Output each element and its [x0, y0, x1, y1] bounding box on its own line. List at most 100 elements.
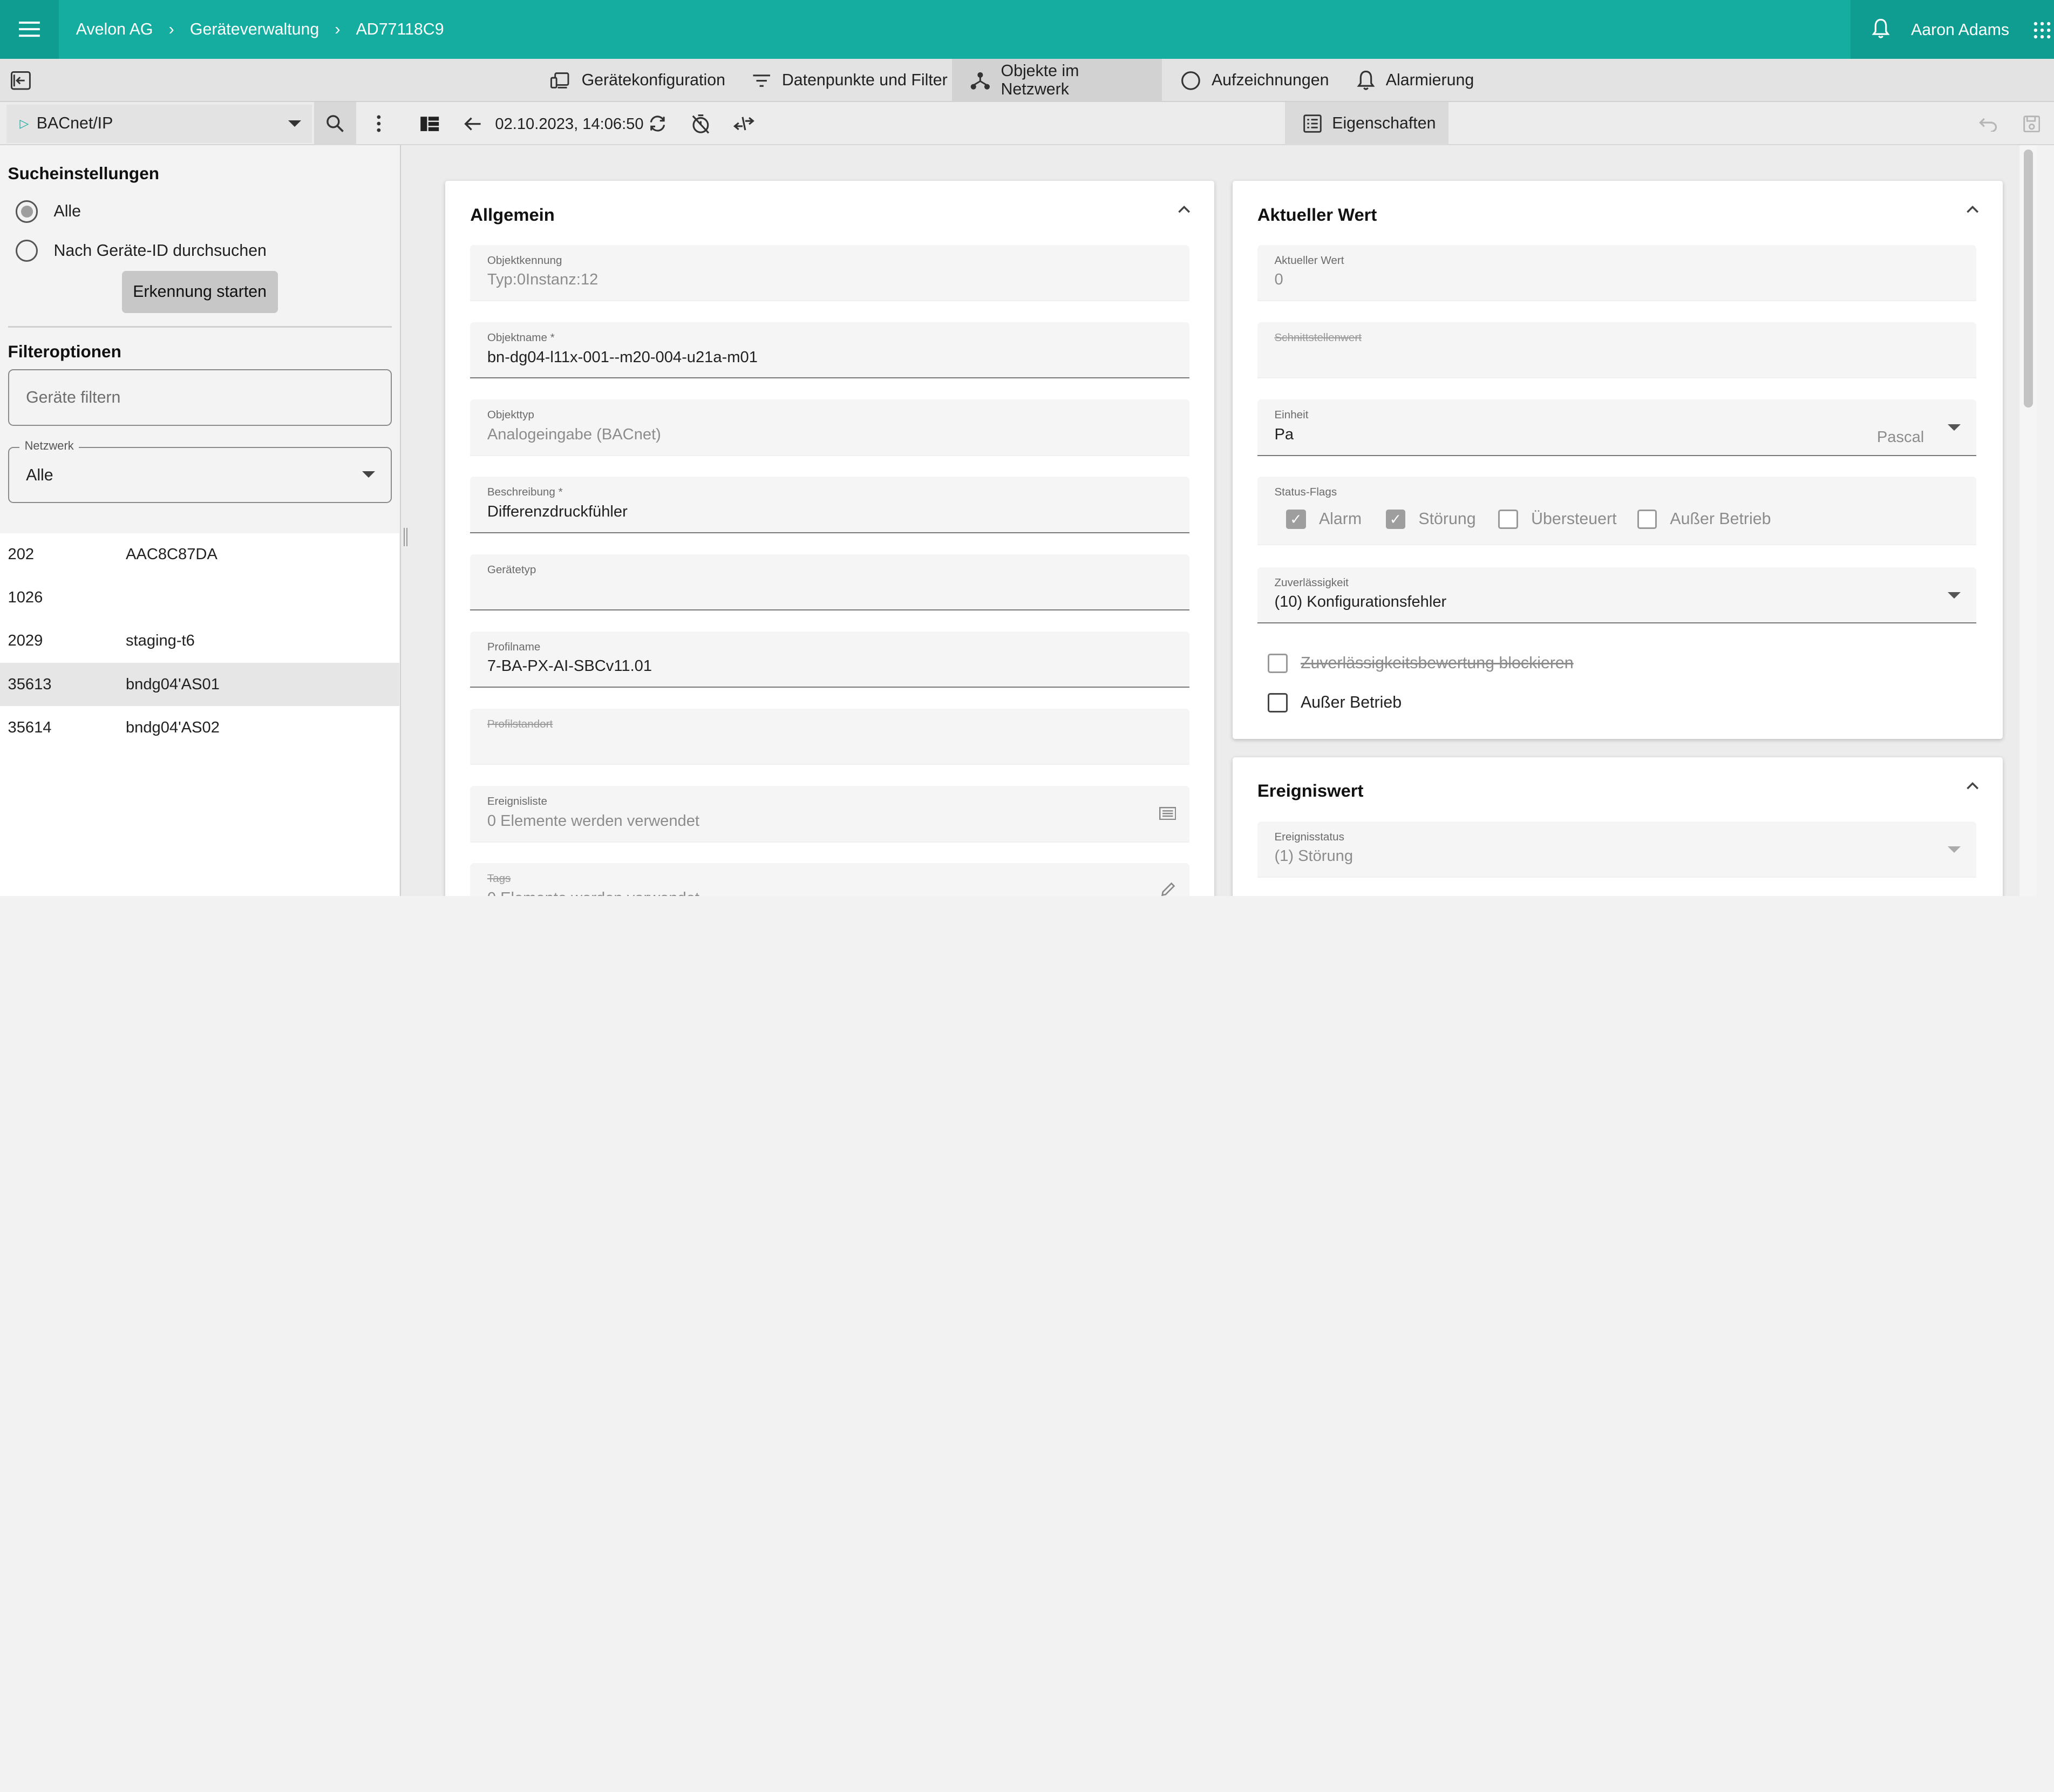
breadcrumb-item-company[interactable]: Avelon AG [76, 21, 153, 39]
tab-properties[interactable]: Eigenschaften [1284, 102, 1449, 146]
device-id: 2029 [8, 632, 43, 650]
bell-icon[interactable] [1872, 18, 1890, 39]
breadcrumb-item-device-management[interactable]: Geräteverwaltung [190, 21, 319, 39]
edit-pencil-icon[interactable] [1160, 881, 1176, 897]
timestamp: 02.10.2023, 14:06:50 [495, 115, 644, 133]
tab-device-config[interactable]: Gerätekonfiguration [532, 59, 744, 102]
device-row[interactable]: 35614 bndg04'AS02 [0, 706, 399, 749]
protocol-select[interactable]: ▷ BACnet/IP [6, 105, 312, 143]
hamburger-menu-button[interactable] [0, 0, 59, 59]
toolbar: ▷ BACnet/IP 02.10.2023, 14:06:50 Eigensc… [0, 102, 2054, 146]
tab-label: Alarmierung [1385, 71, 1474, 90]
checkbox-checked-icon: ✓ [1385, 510, 1406, 530]
flag-alarm-checkbox[interactable]: ✓ Alarm [1286, 510, 1362, 530]
event-state-field: Ereignisstatus (1) Störung [1257, 821, 1977, 878]
device-row[interactable]: 1026 [0, 576, 399, 620]
checkbox-label: Übersteuert [1531, 510, 1617, 528]
tab-network-objects[interactable]: Objekte im Netzwerk [952, 59, 1162, 103]
chevron-up-icon[interactable] [1966, 782, 1979, 790]
field-label: Zuverlässigkeit [1274, 576, 1349, 589]
out-of-service-checkbox[interactable]: Außer Betrieb [1268, 693, 1402, 713]
list-panel-icon [420, 116, 439, 131]
radio-label: Nach Geräte-ID durchsuchen [53, 241, 267, 260]
field-label: Tags [487, 872, 511, 885]
network-select[interactable]: Netzwerk Alle [8, 438, 392, 503]
timer-off-button[interactable] [682, 102, 719, 145]
checkbox-label: Alarm [1318, 510, 1362, 528]
object-name-field[interactable]: Objektname * bn-dg04-l11x-001--m20-004-u… [470, 322, 1189, 379]
search-button[interactable] [314, 102, 357, 146]
chevron-up-icon[interactable] [1966, 206, 1979, 214]
reliability-select[interactable]: Zuverlässigkeit (10) Konfigurationsfehle… [1257, 567, 1977, 624]
field-value: Analogeingabe (BACnet) [487, 425, 661, 443]
start-discovery-button[interactable]: Erkennung starten [121, 271, 278, 314]
tab-alarming[interactable]: Alarmierung [1338, 59, 1492, 102]
collapse-panel-icon[interactable] [10, 71, 31, 90]
device-row-selected[interactable]: 35613 bndg04'AS01 [0, 663, 400, 707]
back-button[interactable] [454, 102, 491, 145]
device-name: AAC8C87DA [125, 546, 217, 564]
device-row[interactable]: 202 AAC8C87DA [0, 533, 399, 576]
checkbox-label: Störung [1418, 510, 1476, 528]
device-row[interactable]: 2029 staging-t6 [0, 620, 399, 663]
toggle-list-button[interactable] [411, 102, 448, 145]
field-value: 7-BA-PX-AI-SBCv11.01 [487, 657, 652, 675]
apps-grid-icon[interactable] [2033, 21, 2051, 39]
device-name: bndg04'AS02 [125, 718, 220, 736]
checkbox-empty-icon [1268, 693, 1288, 713]
flag-fault-checkbox[interactable]: ✓ Störung [1385, 510, 1476, 530]
refresh-icon [650, 116, 665, 132]
chevron-down-icon [1948, 592, 1961, 599]
event-value-card: Ereigniswert Ereignisstatus (1) Störung [1232, 757, 2003, 897]
tab-datapoints-filter[interactable]: Datenpunkte und Filter [733, 59, 966, 102]
breadcrumb: Avelon AG › Geräteverwaltung › AD77118C9 [76, 0, 444, 59]
field-value: 0 Elemente werden verwendet [487, 890, 699, 896]
top-bar: Avelon AG › Geräteverwaltung › AD77118C9… [0, 0, 2054, 59]
object-type-field: Objekttyp Analogeingabe (BACnet) [470, 399, 1189, 456]
device-list: 202 AAC8C87DA 1026 2029 staging-t6 35613… [0, 533, 400, 897]
field-value: (10) Konfigurationsfehler [1274, 593, 1447, 611]
vertical-scrollbar[interactable] [2019, 145, 2037, 897]
description-field[interactable]: Beschreibung * Differenzdruckfühler [470, 477, 1189, 533]
device-type-field[interactable]: Gerätetyp [470, 554, 1189, 610]
field-label: Objekttyp [487, 409, 534, 422]
undo-icon [1979, 118, 1997, 132]
radio-selected-icon [16, 200, 38, 223]
checkbox-checked-icon: ✓ [1286, 510, 1306, 530]
app-root: Avelon AG › Geräteverwaltung › AD77118C9… [0, 0, 2054, 897]
unit-select[interactable]: Einheit Pa Pascal [1257, 399, 1977, 456]
object-id-field: Objektkennung Typ:0Instanz:12 [470, 245, 1189, 302]
field-label: Objektname * [487, 331, 555, 344]
panel-resize-handle[interactable] [400, 145, 410, 897]
flag-out-of-service-checkbox[interactable]: Außer Betrieb [1637, 510, 1771, 530]
chevron-up-icon[interactable] [1178, 206, 1191, 214]
tab-recordings[interactable]: Aufzeichnungen [1162, 59, 1348, 102]
arrow-left-icon [464, 117, 481, 131]
status-flags-group: Status-Flags ✓ Alarm ✓ Störung Übersteue… [1257, 477, 1977, 545]
radio-all[interactable]: Alle [16, 200, 81, 223]
device-id: 202 [8, 546, 35, 564]
save-button[interactable] [2013, 102, 2050, 145]
device-filter-input[interactable]: Geräte filtern [8, 369, 392, 426]
undo-button[interactable] [1970, 102, 2007, 145]
scrollbar-thumb[interactable] [2023, 149, 2033, 408]
card-title: Ereigniswert [1257, 780, 1364, 801]
filter-icon [753, 74, 771, 87]
flag-overridden-checkbox[interactable]: Übersteuert [1498, 510, 1617, 530]
field-label: Objektkennung [487, 254, 562, 267]
refresh-button[interactable] [639, 102, 676, 145]
more-options-button[interactable] [360, 102, 397, 145]
tab-label: Gerätekonfiguration [581, 71, 725, 90]
filter-options-title: Filteroptionen [8, 342, 121, 362]
tab-label: Eigenschaften [1332, 114, 1436, 133]
profile-name-field[interactable]: Profilname 7-BA-PX-AI-SBCv11.01 [470, 631, 1189, 688]
radio-device-id[interactable]: Nach Geräte-ID durchsuchen [16, 240, 267, 262]
main-content: Allgemein Objektkennung Typ:0Instanz:12 … [410, 145, 2037, 897]
filter-placeholder: Geräte filtern [26, 389, 121, 407]
block-reliability-checkbox[interactable]: Zuverlässigkeitsbewertung blockieren [1268, 654, 1574, 674]
user-name[interactable]: Aaron Adams [1911, 21, 2009, 39]
compare-button[interactable] [726, 102, 763, 145]
tags-field: Tags 0 Elemente werden verwendet [470, 863, 1189, 897]
sidebar: Sucheinstellungen Alle Nach Geräte-ID du… [0, 145, 401, 897]
list-icon[interactable] [1159, 807, 1176, 820]
